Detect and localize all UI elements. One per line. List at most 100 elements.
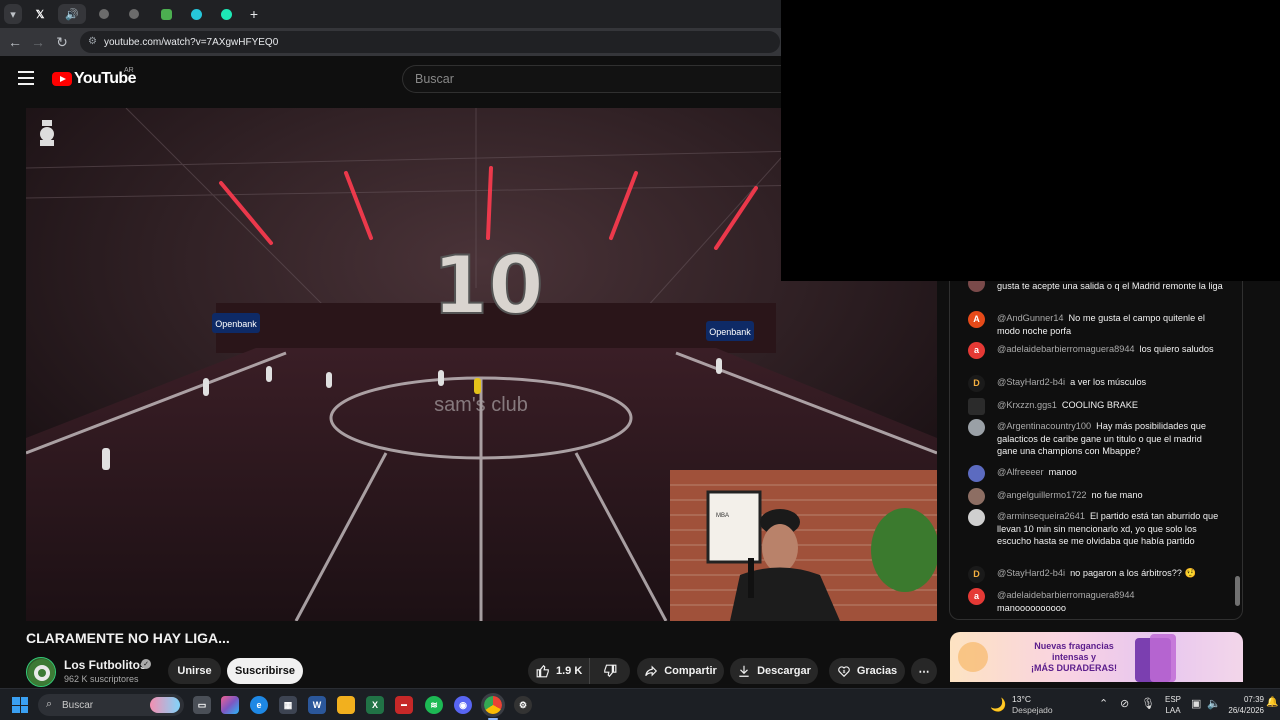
word-icon[interactable]: W	[308, 696, 326, 714]
thanks-button[interactable]: $ Gracias	[829, 658, 905, 684]
weather-description[interactable]: Despejado	[1012, 705, 1053, 715]
arrow-left-icon: ←	[8, 34, 22, 50]
channel-name[interactable]: Los Futbolitos	[64, 658, 147, 672]
taskbar-search-placeholder: Buscar	[62, 699, 94, 711]
chat-author[interactable]: @Alfreeeer	[997, 467, 1044, 477]
tab-3[interactable]	[90, 4, 118, 24]
verified-badge-icon: ✓	[141, 659, 151, 669]
new-tab-button[interactable]: +	[240, 4, 268, 24]
super-thanks-icon: $	[838, 666, 850, 678]
chat-author[interactable]: @StayHard2-b4i	[997, 377, 1065, 387]
chat-avatar	[968, 419, 985, 436]
share-label: Compartir	[664, 665, 717, 677]
tab-5[interactable]	[152, 4, 180, 24]
chat-author[interactable]: @adelaidebarbierromaguera8944	[997, 344, 1135, 354]
reload-button[interactable]: ↻	[52, 32, 72, 52]
scoreboard-number: 10	[432, 239, 543, 332]
thanks-label: Gracias	[856, 665, 898, 677]
app-icon	[190, 8, 202, 20]
ad-banner[interactable]: Nuevas fragancias intensas y ¡MÁS DURADE…	[950, 632, 1243, 682]
chat-avatar: A	[968, 311, 985, 328]
task-view-icon[interactable]: ▭	[193, 696, 211, 714]
network-off-icon[interactable]: ⊘	[1120, 697, 1129, 710]
spotify-icon[interactable]: ≋	[425, 696, 443, 714]
chat-author[interactable]: @AndGunner14	[997, 313, 1064, 323]
address-bar[interactable]: ⚙ youtube.com/watch?v=7AXgwHFYEQ0	[80, 31, 780, 53]
chat-text: manoooooooooo	[997, 602, 1066, 613]
back-button[interactable]: ←	[5, 32, 25, 52]
clock-time: 07:39	[1243, 695, 1264, 704]
chat-author[interactable]: @adelaidebarbierromaguera8944	[997, 589, 1218, 602]
download-button[interactable]: Descargar	[730, 658, 818, 684]
chat-author[interactable]: @Krxzzn.ggs1	[997, 400, 1057, 410]
app-icon	[160, 8, 172, 20]
ad-line-1: Nuevas fragancias	[1034, 641, 1114, 651]
webcam-overlay: MBA	[670, 470, 937, 621]
download-icon	[739, 665, 749, 677]
clock-date: 26/4/2026	[1228, 706, 1264, 715]
chat-avatar: a	[968, 588, 985, 605]
store-icon[interactable]: ▦	[279, 696, 297, 714]
system-clock[interactable]: 07:39 26/4/2026	[1222, 694, 1264, 716]
volume-icon[interactable]: 🔈	[1207, 697, 1221, 710]
join-button[interactable]: Unirse	[168, 658, 221, 684]
display-icon[interactable]: ▣	[1191, 697, 1201, 710]
search-highlight-icon	[150, 697, 180, 713]
globe-icon	[99, 9, 109, 19]
channel-avatar[interactable]	[26, 657, 56, 687]
tab-x[interactable]: 𝕏	[26, 4, 54, 24]
url-text: youtube.com/watch?v=7AXgwHFYEQ0	[104, 36, 279, 48]
dislike-button[interactable]	[590, 664, 630, 678]
chat-text: COOLING BRAKE	[1061, 400, 1138, 410]
file-explorer-icon[interactable]	[337, 696, 355, 714]
chat-author[interactable]: @Argentinacountry100	[997, 421, 1091, 431]
ad-decoration	[958, 642, 988, 672]
chat-scrollbar[interactable]	[1235, 576, 1240, 606]
windows-start-icon[interactable]	[12, 697, 28, 713]
tab-4[interactable]	[120, 4, 148, 24]
search-placeholder: Buscar	[415, 72, 454, 86]
site-info-icon[interactable]: ⚙	[88, 36, 97, 47]
news-app-icon[interactable]: ▬	[395, 696, 413, 714]
discord-icon[interactable]: ◉	[454, 696, 472, 714]
taskbar-search[interactable]: ⌕ Buscar	[38, 694, 184, 716]
chat-avatar	[968, 509, 985, 526]
youtube-play-icon	[52, 72, 72, 86]
chat-author[interactable]: @StayHard2-b4i	[997, 568, 1065, 578]
tab-search-icon[interactable]: ▾	[4, 4, 22, 24]
chat-text: los quiero saludos	[1139, 344, 1214, 354]
share-button[interactable]: Compartir	[637, 658, 724, 684]
chat-author[interactable]: @angelguillermo1722	[997, 490, 1087, 500]
youtube-logo[interactable]: YouTube AR	[52, 67, 136, 88]
speaker-icon: 🔊	[65, 8, 79, 21]
tab-6[interactable]	[182, 4, 210, 24]
court-logo: sam's club	[434, 394, 528, 416]
chat-avatar	[968, 488, 985, 505]
copilot-icon[interactable]	[221, 696, 239, 714]
excel-icon[interactable]: X	[366, 696, 384, 714]
search-input[interactable]: Buscar	[402, 65, 781, 93]
tray-chevron-icon[interactable]: ⌃	[1099, 697, 1108, 710]
more-actions-button[interactable]: ⋯	[911, 658, 937, 684]
like-button[interactable]: 1.9 K	[528, 658, 590, 684]
thumbs-down-icon	[604, 664, 617, 678]
microphone-icon[interactable]: 🎙	[1141, 697, 1155, 710]
forward-button[interactable]: →	[28, 32, 48, 52]
steam-icon[interactable]: ⚙	[514, 696, 532, 714]
chrome-icon[interactable]	[481, 693, 505, 717]
tab-7[interactable]	[212, 4, 240, 24]
edge-icon[interactable]: e	[250, 696, 268, 714]
language-indicator[interactable]: ESP LAA	[1165, 694, 1181, 716]
menu-icon[interactable]	[18, 71, 34, 85]
chat-author[interactable]: @arminsequeira2641	[997, 511, 1085, 521]
tab-youtube-active[interactable]: 🔊	[58, 4, 86, 24]
subscribe-button[interactable]: Suscribirse	[227, 658, 303, 684]
weather-temperature[interactable]: 13°C	[1012, 694, 1031, 704]
thumbs-up-icon	[536, 664, 549, 678]
weather-moon-icon: 🌙	[990, 697, 1007, 712]
svg-text:Openbank: Openbank	[215, 319, 257, 329]
ad-line-3: ¡MÁS DURADERAS!	[1031, 663, 1117, 673]
chat-avatar	[968, 398, 985, 415]
globe-icon	[129, 9, 139, 19]
notification-icon[interactable]: 🔔	[1266, 697, 1278, 708]
